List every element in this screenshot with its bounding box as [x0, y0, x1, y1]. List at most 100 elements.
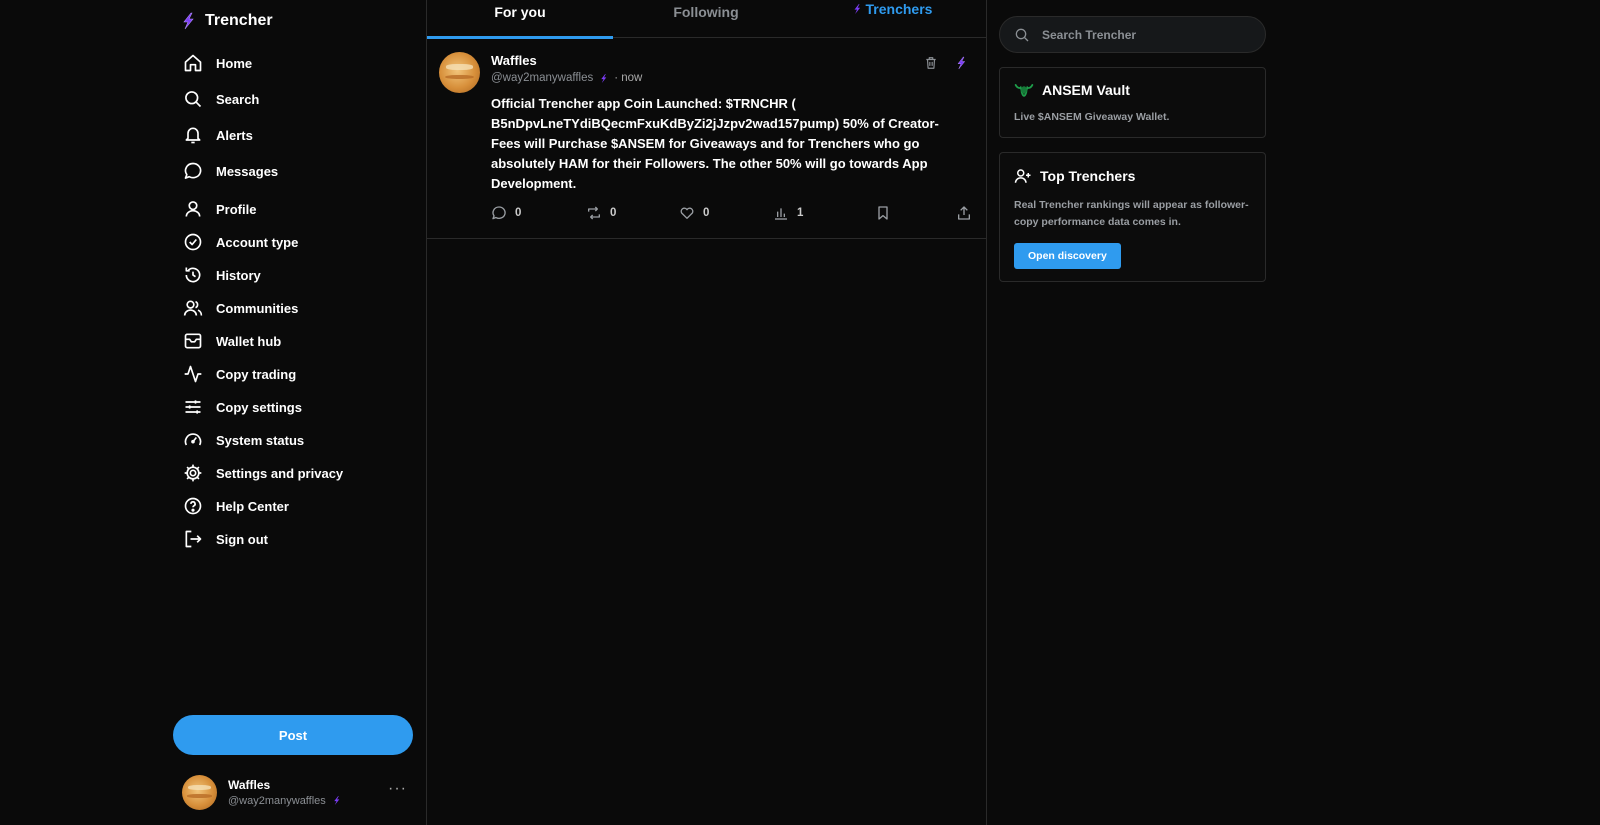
nav-label: Settings and privacy — [216, 465, 344, 481]
nav-item-history[interactable]: History — [183, 262, 261, 288]
tab-for-you[interactable]: For you — [427, 0, 613, 39]
heart-icon — [679, 205, 695, 221]
nav-label: Communities — [216, 300, 299, 316]
lightning-action-icon[interactable] — [955, 56, 967, 70]
nav-label: System status — [216, 432, 305, 448]
open-discovery-button[interactable]: Open discovery — [1014, 243, 1121, 269]
post[interactable]: Waffles @way2manywaffles · now Official … — [427, 38, 987, 239]
nav-item-home[interactable]: Home — [183, 50, 252, 76]
reply-button[interactable]: 0 — [491, 205, 521, 221]
history-icon — [183, 265, 203, 285]
bull-icon — [1014, 82, 1034, 98]
lightning-badge-icon — [332, 795, 341, 806]
nav-label: Help Center — [216, 498, 289, 514]
main-feed: For you Following Trenchers Waffles @way… — [427, 0, 987, 825]
nav-item-account-type[interactable]: Account type — [183, 229, 298, 255]
account-switcher[interactable]: Waffles @way2manywaffles ··· — [182, 772, 407, 812]
trash-icon[interactable] — [924, 56, 938, 70]
like-button[interactable]: 0 — [679, 205, 709, 221]
nav-label: Alerts — [216, 127, 253, 143]
vault-subtitle: Live $ANSEM Giveaway Wallet. — [1014, 111, 1170, 123]
user-icon — [183, 199, 203, 219]
lightning-badge-icon — [599, 73, 608, 84]
nav-item-copy-settings[interactable]: Copy settings — [183, 394, 302, 420]
gauge-icon — [183, 430, 203, 450]
nav-item-help-center[interactable]: Help Center — [183, 493, 289, 519]
nav-label: Copy trading — [216, 366, 297, 382]
repost-icon — [586, 205, 602, 221]
nav-label: Profile — [216, 201, 257, 217]
help-icon — [183, 496, 203, 516]
post-handle[interactable]: @way2manywaffles — [491, 72, 593, 84]
user-plus-icon — [1014, 167, 1032, 185]
top-trenchers-title: Top Trenchers — [1040, 168, 1136, 184]
nav-item-search[interactable]: Search — [183, 86, 259, 112]
reply-icon — [491, 205, 507, 221]
post-time: · now — [614, 72, 643, 84]
views-button[interactable]: 1 — [773, 205, 803, 221]
lightning-icon — [852, 3, 862, 15]
nav-item-alerts[interactable]: Alerts — [183, 122, 253, 148]
sliders-icon — [183, 397, 203, 417]
nav-label: Home — [216, 55, 253, 71]
share-button[interactable] — [956, 205, 972, 221]
nav-label: Sign out — [216, 531, 268, 547]
repost-count: 0 — [610, 207, 617, 219]
check-circle-icon — [183, 232, 203, 252]
nav-item-wallet-hub[interactable]: Wallet hub — [183, 328, 281, 354]
brand[interactable]: Trencher — [180, 12, 273, 30]
sign-out-icon — [183, 529, 203, 549]
search-input[interactable] — [1042, 27, 1242, 42]
message-icon — [183, 161, 203, 181]
activity-icon — [183, 364, 203, 384]
tab-following[interactable]: Following — [613, 0, 799, 38]
nav-label: Account type — [216, 234, 299, 250]
account-name: Waffles — [228, 777, 271, 792]
gear-icon — [183, 463, 203, 483]
nav-label: Copy settings — [216, 399, 302, 415]
post-button[interactable]: Post — [173, 715, 413, 755]
search-box[interactable] — [999, 16, 1266, 53]
nav-label: Search — [216, 91, 260, 107]
post-actions: 0 0 0 1 — [491, 205, 971, 223]
views-count: 1 — [797, 207, 804, 219]
top-trenchers-subtitle: Real Trencher rankings will appear as fo… — [1014, 199, 1249, 228]
account-handle: @way2manywaffles — [228, 794, 326, 807]
search-icon — [1014, 27, 1030, 43]
wallet-icon — [183, 331, 203, 351]
reply-count: 0 — [515, 207, 522, 219]
nav-item-system-status[interactable]: System status — [183, 427, 304, 453]
vault-title: ANSEM Vault — [1042, 82, 1130, 98]
bookmark-icon — [875, 205, 891, 221]
feed-tabs: For you Following Trenchers — [427, 0, 987, 39]
tab-trenchers[interactable]: Trenchers — [799, 0, 985, 38]
nav-item-sign-out[interactable]: Sign out — [183, 526, 268, 552]
nav-label: Wallet hub — [216, 333, 282, 349]
home-icon — [183, 53, 203, 73]
users-icon — [183, 298, 203, 318]
bell-icon — [183, 125, 203, 145]
repost-button[interactable]: 0 — [586, 205, 616, 221]
like-count: 0 — [703, 207, 710, 219]
views-chart-icon — [773, 205, 789, 221]
post-body: Official Trencher app Coin Launched: $TR… — [491, 96, 939, 191]
ansem-vault-card[interactable]: ANSEM Vault Live $ANSEM Giveaway Wallet. — [999, 67, 1266, 138]
nav-label: History — [216, 267, 261, 283]
nav-item-messages[interactable]: Messages — [183, 158, 278, 184]
post-author[interactable]: Waffles — [491, 53, 642, 68]
more-options-icon[interactable]: ··· — [388, 780, 407, 798]
post-avatar[interactable] — [439, 52, 480, 93]
share-icon — [956, 205, 972, 221]
tab-label: For you — [494, 4, 546, 20]
nav-item-settings-and-privacy[interactable]: Settings and privacy — [183, 460, 343, 486]
nav-item-profile[interactable]: Profile — [183, 196, 256, 222]
tab-label: Following — [673, 4, 739, 20]
search-icon — [183, 89, 203, 109]
nav-label: Messages — [216, 163, 279, 179]
brand-name: Trencher — [205, 12, 273, 29]
nav-item-communities[interactable]: Communities — [183, 295, 298, 321]
bookmark-button[interactable] — [875, 205, 891, 221]
lightning-logo-icon — [180, 12, 196, 30]
nav-item-copy-trading[interactable]: Copy trading — [183, 361, 296, 387]
tab-label: Trenchers — [865, 1, 933, 17]
